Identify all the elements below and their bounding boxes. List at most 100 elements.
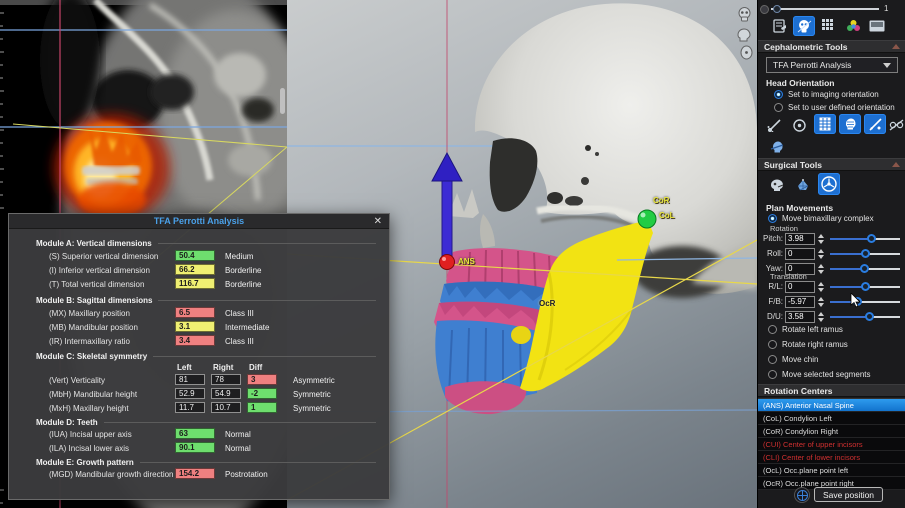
du-row: D/U: 3.58 [758,310,905,323]
roll-row: Roll: 0 [758,247,905,260]
module-d-title: Module D: Teeth [36,418,376,427]
radio-move-bimaxillary[interactable]: Move bimaxillary complex [768,214,874,223]
value-box: 3.4 [175,335,215,346]
value-box: 63 [175,428,215,439]
rotation-centers-list: (ANS) Anterior Nasal Spine (CoL) Condyli… [758,398,905,490]
status-text: Class III [225,309,254,318]
fb-stepper[interactable] [816,296,825,308]
yaw-slider[interactable] [830,263,900,273]
rotation-centers-header[interactable]: Rotation Centers [758,384,905,397]
close-icon[interactable]: ✕ [374,216,382,227]
osteotomy-skull-icon[interactable] [766,175,788,195]
opacity-knob-icon[interactable] [760,5,769,14]
col-header-left: Left [177,363,192,372]
cephalometric-analysis-icon[interactable] [793,16,815,36]
radio-user-defined-orientation[interactable]: Set to user defined orientation [774,103,895,112]
landmark-label-col: CoL [659,211,675,220]
row-label: (MbH) Mandibular height [49,390,138,399]
mesh-face-icon[interactable] [792,175,814,195]
application-window: ANS CoR CoL OcR 1 Cephalometric Tools TF… [0,0,905,508]
row-label: (IR) Intermaxillary ratio [49,337,130,346]
right-sidebar: 1 Cephalometric Tools TFA Perrotti Analy… [757,0,905,508]
draw-probe-icon[interactable] [764,115,784,135]
grid-matrix-icon[interactable] [818,16,840,36]
radio-rotate-left-ramus[interactable]: Rotate left ramus [768,325,843,334]
layout-panel-icon[interactable] [866,16,888,36]
trace-head-icon[interactable] [839,114,861,134]
value-box: 50.4 [175,250,215,261]
radio-rotate-right-ramus[interactable]: Rotate right ramus [768,340,848,349]
left-value-box: 52.9 [175,388,205,399]
plan-movements-title: Plan Movements [766,203,834,213]
value-box: 116.7 [175,278,215,289]
hide-overlay-icon[interactable] [887,115,905,135]
center-item-cli[interactable]: (CLI) Center of lower incisors [758,451,905,464]
radio-move-chin[interactable]: Move chin [768,355,818,364]
eye-socket [489,138,538,212]
status-text: Normal [225,430,251,439]
nasal-aperture [448,189,479,218]
col-header-diff: Diff [249,363,263,372]
status-text: Borderline [225,280,262,289]
color-map-icon[interactable] [842,16,864,36]
analysis-table-icon[interactable] [814,114,836,134]
roll-input[interactable]: 0 [785,247,815,260]
row-label: (ILA) Incisal lower axis [49,444,130,453]
yaw-stepper[interactable] [816,263,825,275]
status-text: Borderline [225,266,262,275]
report-icon[interactable] [769,16,791,36]
head-plane-icon[interactable] [766,137,788,157]
value-box: 154.2 [175,468,215,479]
du-input[interactable]: 3.58 [785,310,815,323]
du-slider[interactable] [830,311,900,321]
pitch-slider[interactable] [830,233,900,243]
slice-dot-view-icon[interactable] [737,44,755,60]
save-position-button[interactable]: Save position [814,487,884,502]
status-text: Symmetric [293,404,331,413]
surgical-tools-header[interactable]: Surgical Tools [758,158,905,171]
ct-scrollbar[interactable] [280,88,285,114]
col-header-right: Right [213,363,234,372]
row-label: (I) Inferior vertical dimension [49,266,150,275]
left-value-box: 81 [175,374,205,385]
roll-slider[interactable] [830,248,900,258]
roll-stepper[interactable] [816,248,825,260]
value-box: 3.1 [175,321,215,332]
landmark-condylion-sphere [637,209,657,229]
right-value-box: 78 [211,374,241,385]
radio-imaging-orientation[interactable]: Set to imaging orientation [774,90,879,99]
head-orientation-title: Head Orientation [766,78,835,88]
value-box: 90.1 [175,442,215,453]
target-point-icon[interactable] [789,115,809,135]
center-item-cui[interactable]: (CUI) Center of upper incisors [758,438,905,451]
cephalometric-tools-header[interactable]: Cephalometric Tools [758,40,905,53]
center-item-cor[interactable]: (CoR) Condylion Right [758,425,905,438]
rl-stepper[interactable] [816,281,825,293]
rl-input[interactable]: 0 [785,280,815,293]
fb-input[interactable]: -5.97 [785,295,815,308]
gizmo-toggle-icon[interactable] [794,487,810,503]
head-view-icon[interactable] [734,27,752,43]
chin-segment [445,381,527,415]
skull-view-icon[interactable] [735,6,753,22]
center-item-ans[interactable]: (ANS) Anterior Nasal Spine [758,399,905,412]
analysis-type-dropdown[interactable]: TFA Perrotti Analysis [766,57,898,73]
fusion-overlay [54,114,170,222]
row-label: (Vert) Verticality [49,376,106,385]
center-item-col[interactable]: (CoL) Condylion Left [758,412,905,425]
pitch-row: Pitch: 3.98 [758,232,905,245]
pitch-input[interactable]: 3.98 [785,232,815,245]
landmark-label-cor: CoR [653,196,670,205]
center-item-ocl[interactable]: (OcL) Occ.plane point left [758,464,905,477]
opacity-slider[interactable] [771,5,879,13]
fb-slider[interactable] [830,296,900,306]
module-a-title: Module A: Vertical dimensions [36,239,376,248]
rl-slider[interactable] [830,281,900,291]
dialog-title[interactable]: TFA Perrotti Analysis [9,214,389,229]
du-stepper[interactable] [816,311,825,323]
pitch-stepper[interactable] [816,233,825,245]
radio-move-selected-segments[interactable]: Move selected segments [768,370,871,379]
edit-landmarks-icon[interactable] [864,114,886,134]
right-value-box: 54.9 [211,388,241,399]
move-segments-icon[interactable] [818,173,840,195]
